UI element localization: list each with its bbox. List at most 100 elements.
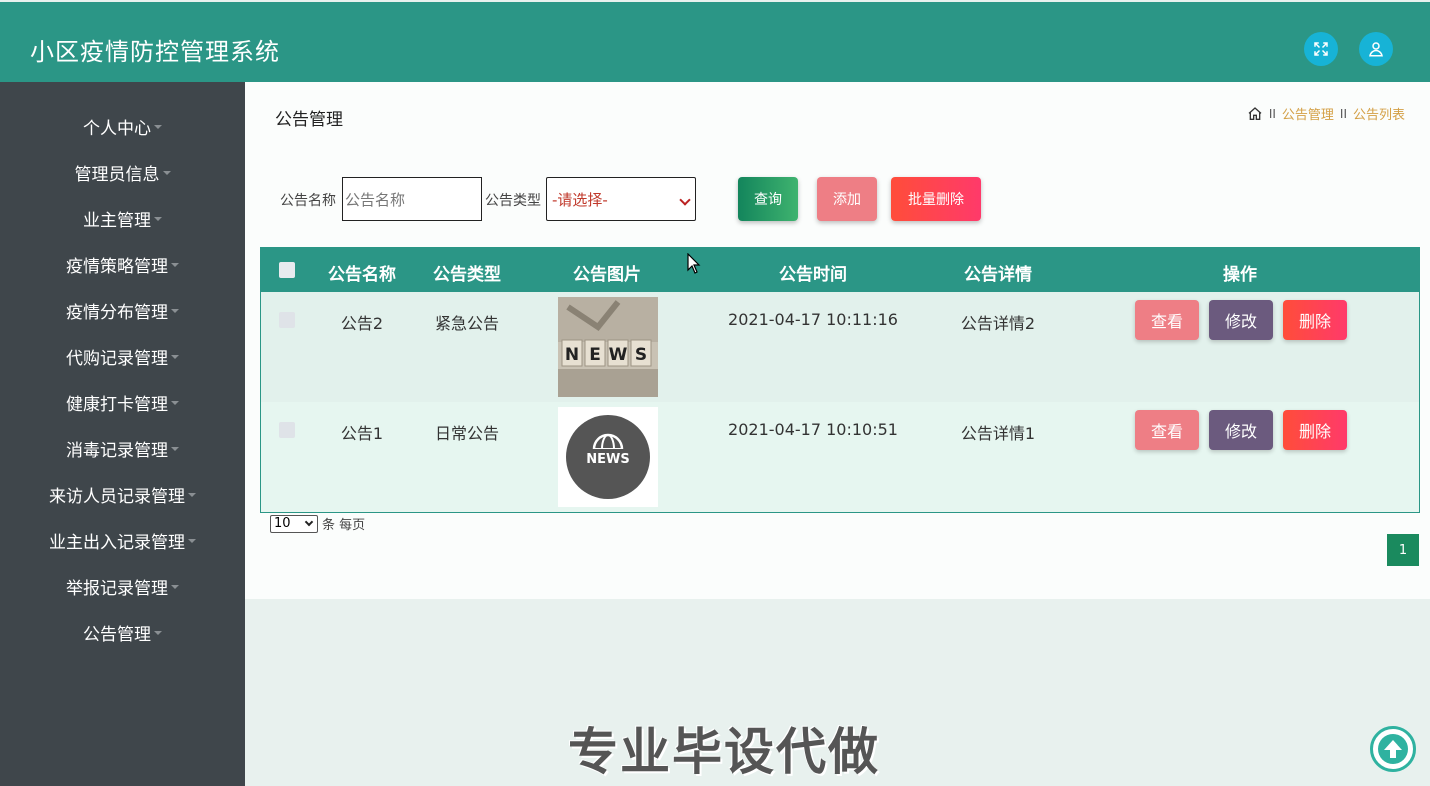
caret-down-icon (171, 401, 179, 405)
view-button[interactable]: 查看 (1135, 300, 1199, 340)
table-header: 公告名称 公告类型 公告图片 公告时间 公告详情 操作 (261, 248, 1419, 292)
mouse-cursor-icon (687, 253, 701, 274)
page-title: 公告管理 (275, 110, 343, 130)
svg-text:N: N (565, 345, 579, 365)
query-button[interactable]: 查询 (738, 177, 798, 221)
news-blocks-image: N E W S (558, 297, 658, 397)
caret-down-icon (154, 125, 162, 129)
sidebar-item-label: 业主出入记录管理 (49, 532, 185, 553)
sidebar-item-label: 代购记录管理 (66, 348, 168, 369)
breadcrumb-level2[interactable]: 公告列表 (1353, 104, 1405, 123)
caret-down-icon (188, 493, 196, 497)
breadcrumb: II 公告管理 II 公告列表 (1247, 104, 1405, 123)
sidebar-item-epidemic-strategy[interactable]: 疫情策略管理 (0, 241, 245, 287)
sidebar-item-label: 来访人员记录管理 (49, 486, 185, 507)
sidebar-item-purchase-records[interactable]: 代购记录管理 (0, 333, 245, 379)
caret-down-icon (162, 171, 171, 175)
announcement-table: 公告名称 公告类型 公告图片 公告时间 公告详情 操作 公告2 紧急公告 N E… (260, 247, 1420, 513)
name-label: 公告名称 (280, 193, 336, 209)
sidebar-item-access-records[interactable]: 业主出入记录管理 (0, 517, 245, 563)
sidebar-item-visitor-records[interactable]: 来访人员记录管理 (0, 471, 245, 517)
column-header-actions: 操作 (1223, 265, 1257, 285)
per-page-text: 条 每页 (322, 518, 366, 533)
edit-button[interactable]: 修改 (1209, 410, 1273, 450)
row-name: 公告2 (340, 314, 384, 333)
top-header: 小区疫情防控管理系统 (0, 2, 1430, 82)
sidebar-item-label: 管理员信息 (74, 164, 160, 185)
news-globe-image: NEWS (558, 407, 658, 507)
row-type: 日常公告 (434, 424, 500, 443)
back-to-top-button[interactable] (1370, 726, 1416, 772)
type-select[interactable]: -请选择- (546, 177, 696, 221)
row-detail: 公告详情1 (960, 424, 1036, 443)
sidebar-item-admin-info[interactable]: 管理员信息 (0, 149, 245, 195)
caret-down-icon (188, 539, 196, 543)
type-label: 公告类型 (485, 193, 541, 209)
name-search-input[interactable]: 公告名称 (342, 177, 482, 221)
view-button[interactable]: 查看 (1135, 410, 1199, 450)
sidebar-item-label: 业主管理 (83, 210, 151, 231)
page-size-select[interactable]: 10 (270, 514, 318, 533)
sidebar-item-label: 健康打卡管理 (66, 394, 168, 415)
chevron-down-icon (304, 517, 314, 526)
user-button[interactable] (1359, 32, 1393, 66)
caret-down-icon (171, 263, 179, 267)
svg-text:S: S (635, 345, 647, 365)
sidebar-item-announcements[interactable]: 公告管理 (0, 609, 245, 655)
row-checkbox[interactable] (279, 422, 295, 438)
expand-icon (1314, 42, 1328, 56)
page-number-button[interactable]: 1 (1387, 534, 1419, 566)
arrow-up-icon (1378, 734, 1408, 764)
sidebar-item-owner-management[interactable]: 业主管理 (0, 195, 245, 241)
sidebar-item-label: 疫情分布管理 (66, 302, 168, 323)
column-header-detail: 公告详情 (964, 265, 1032, 285)
sidebar-item-epidemic-distribution[interactable]: 疫情分布管理 (0, 287, 245, 333)
type-select-value: -请选择- (552, 190, 608, 209)
sidebar-item-personal-center[interactable]: 个人中心 (0, 103, 245, 149)
batch-delete-button[interactable]: 批量删除 (891, 177, 981, 221)
table-row: 公告2 紧急公告 N E W S 2021-04-17 10:11:16 公告详… (261, 292, 1419, 402)
name-search-placeholder: 公告名称 (345, 190, 406, 209)
home-icon[interactable] (1247, 106, 1263, 122)
svg-text:NEWS: NEWS (586, 452, 629, 467)
fullscreen-button[interactable] (1304, 32, 1338, 66)
select-all-checkbox[interactable] (279, 262, 295, 278)
add-button[interactable]: 添加 (817, 177, 877, 221)
watermark-text: 专业毕设代做 (568, 723, 880, 781)
caret-down-icon (171, 447, 179, 451)
user-icon (1369, 42, 1383, 57)
sidebar-item-label: 举报记录管理 (66, 578, 168, 599)
row-type: 紧急公告 (434, 314, 500, 333)
caret-down-icon (154, 631, 162, 635)
sidebar: 个人中心 管理员信息 业主管理 疫情策略管理 疫情分布管理 代购记录管理 健康打… (0, 82, 245, 786)
delete-button[interactable]: 删除 (1283, 410, 1347, 450)
sidebar-item-health-checkin[interactable]: 健康打卡管理 (0, 379, 245, 425)
main-content: 公告管理 II 公告管理 II 公告列表 公告名称 公告名称 公告类型 -请选择… (245, 82, 1430, 599)
sidebar-item-label: 疫情策略管理 (66, 256, 168, 277)
caret-down-icon (154, 217, 162, 221)
svg-text:E: E (589, 345, 601, 365)
row-time: 2021-04-17 10:10:51 (728, 420, 898, 439)
sidebar-item-label: 个人中心 (83, 118, 151, 139)
sidebar-item-report-records[interactable]: 举报记录管理 (0, 563, 245, 609)
row-detail: 公告详情2 (960, 314, 1036, 333)
column-header-time: 公告时间 (779, 265, 847, 285)
row-time: 2021-04-17 10:11:16 (728, 310, 898, 329)
app-title: 小区疫情防控管理系统 (30, 38, 280, 66)
row-checkbox[interactable] (279, 312, 295, 328)
sidebar-item-disinfection-records[interactable]: 消毒记录管理 (0, 425, 245, 471)
page-size-value: 10 (274, 516, 291, 531)
caret-down-icon (171, 355, 179, 359)
breadcrumb-separator: II (1339, 106, 1347, 121)
sidebar-item-label: 消毒记录管理 (66, 440, 168, 461)
column-header-name: 公告名称 (328, 265, 396, 285)
breadcrumb-level1[interactable]: 公告管理 (1282, 104, 1334, 123)
chevron-down-icon (679, 194, 691, 206)
breadcrumb-separator: II (1268, 106, 1276, 121)
caret-down-icon (171, 309, 179, 313)
page-size-control: 10 条 每页 (270, 514, 365, 533)
delete-button[interactable]: 删除 (1283, 300, 1347, 340)
edit-button[interactable]: 修改 (1209, 300, 1273, 340)
column-header-image: 公告图片 (573, 265, 641, 285)
table-row: 公告1 日常公告 NEWS 2021-04-17 10:10:51 公告详情1 … (261, 402, 1419, 512)
